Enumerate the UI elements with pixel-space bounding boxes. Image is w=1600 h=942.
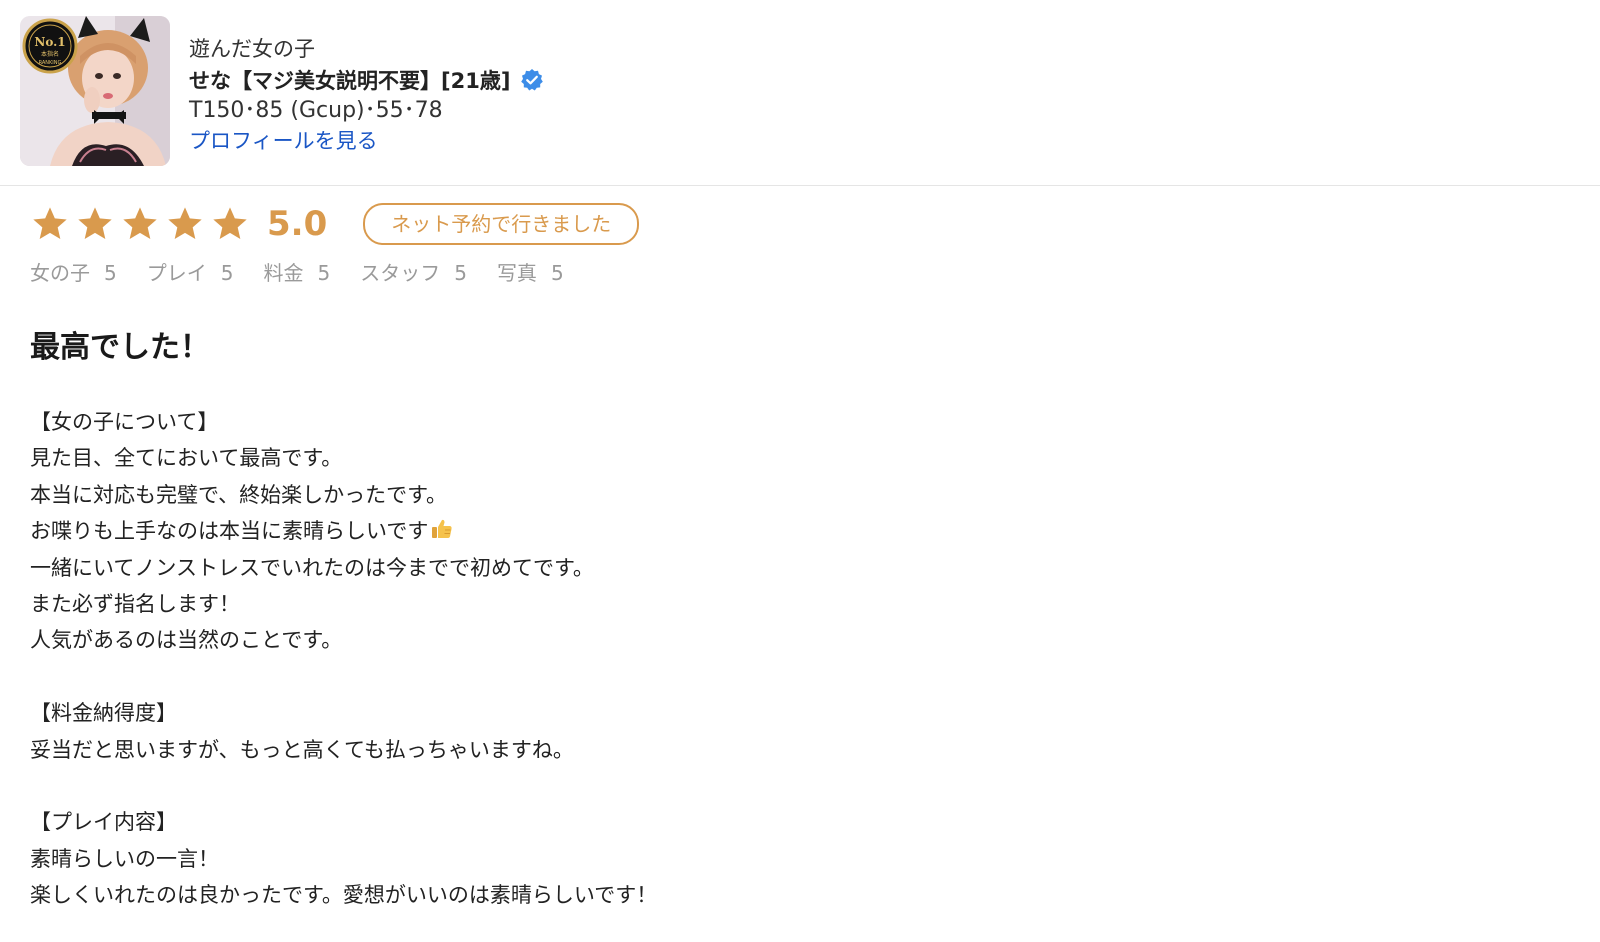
view-profile-link[interactable]: プロフィールを見る xyxy=(189,129,378,153)
review-line: また必ず指名します！ xyxy=(30,591,240,616)
rating-score: 5.0 xyxy=(267,204,328,244)
review-line: 妥当だと思いますが、もっと高くても払っちゃいますね。 xyxy=(30,737,574,762)
review-line: 【プレイ内容】 xyxy=(30,810,177,835)
sub-rating-label: 写真 xyxy=(496,261,537,285)
sub-rating-label: スタッフ xyxy=(360,261,441,285)
girl-header: No.1 本指名 RANKING 遊んだ女の子 せな【マジ美女説明不要】[21歳… xyxy=(0,0,1600,186)
girl-name[interactable]: せな【マジ美女説明不要】[21歳] xyxy=(189,65,510,95)
sub-rating-photo: 写真 5 xyxy=(497,258,564,288)
verified-check-icon xyxy=(520,68,544,92)
review-line-blank xyxy=(30,768,1230,804)
sub-rating-price: 料金 5 xyxy=(263,258,330,288)
review-line: 人気があるのは当然のことです。 xyxy=(30,628,343,653)
star-icon xyxy=(213,207,247,239)
review-line-with-emoji: お喋りも上手なのは本当に素晴らしいです xyxy=(30,513,1230,549)
svg-text:RANKING: RANKING xyxy=(39,60,62,66)
star-icon xyxy=(78,207,112,239)
review-line: 見た目、全てにおいて最高です。 xyxy=(30,446,343,471)
sub-rating-value: 5 xyxy=(220,261,234,285)
sub-rating-staff: スタッフ 5 xyxy=(360,258,467,288)
review-body: 【女の子について】 見た目、全てにおいて最高です。 本当に対応も完璧で、終始楽し… xyxy=(30,404,1230,913)
girl-thumbnail[interactable]: No.1 本指名 RANKING xyxy=(20,16,170,166)
sub-rating-label: 料金 xyxy=(263,261,304,285)
review-line: 本当に対応も完璧で、終始楽しかったです。 xyxy=(30,482,448,507)
sub-ratings: 女の子 5 プレイ 5 料金 5 スタッフ 5 写真 5 xyxy=(30,258,594,288)
girl-info: 遊んだ女の子 せな【マジ美女説明不要】[21歳] T150･85 (Gcup)･… xyxy=(189,34,544,156)
review-line: 【料金納得度】 xyxy=(30,701,177,726)
sub-rating-play: プレイ 5 xyxy=(147,258,234,288)
review-title: 最高でした！ xyxy=(30,330,210,365)
svg-text:No.1: No.1 xyxy=(34,35,65,49)
sub-rating-value: 5 xyxy=(104,261,117,285)
girl-name-row: せな【マジ美女説明不要】[21歳] xyxy=(189,64,544,96)
review-line: 【女の子について】 xyxy=(30,410,219,434)
sub-rating-value: 5 xyxy=(454,261,467,285)
review-line-blank xyxy=(30,659,1230,695)
review-page: No.1 本指名 RANKING 遊んだ女の子 せな【マジ美女説明不要】[21歳… xyxy=(0,0,1600,942)
star-rating xyxy=(30,204,255,244)
review-line: 一緒にいてノンストレスでいれたのは今までで初めてです。 xyxy=(30,555,594,580)
review-line: 素晴らしいの一言！ xyxy=(30,846,219,871)
svg-text:本指名: 本指名 xyxy=(41,50,59,58)
star-icon xyxy=(33,207,67,239)
played-girl-label: 遊んだ女の子 xyxy=(189,37,315,61)
star-icon xyxy=(168,207,202,239)
review-line-text: お喋りも上手なのは本当に素晴らしいです xyxy=(30,519,429,544)
review-line: 楽しくいれたのは良かったです。愛想がいいのは素晴らしいです！ xyxy=(30,883,658,908)
rating-row: 5.0 ネット予約で行きました xyxy=(30,200,640,248)
thumbs-up-icon xyxy=(430,516,454,552)
sub-rating-label: プレイ xyxy=(146,261,207,285)
sub-rating-value: 5 xyxy=(550,261,564,285)
sub-rating-label: 女の子 xyxy=(30,261,90,285)
star-icon xyxy=(123,207,157,239)
ranking-badge-icon: No.1 本指名 RANKING xyxy=(22,18,78,74)
girl-stats: T150･85 (Gcup)･55･78 xyxy=(189,98,443,123)
sub-rating-girl: 女の子 5 xyxy=(30,258,117,288)
net-booking-badge: ネット予約で行きました xyxy=(363,203,640,245)
sub-rating-value: 5 xyxy=(317,261,331,285)
